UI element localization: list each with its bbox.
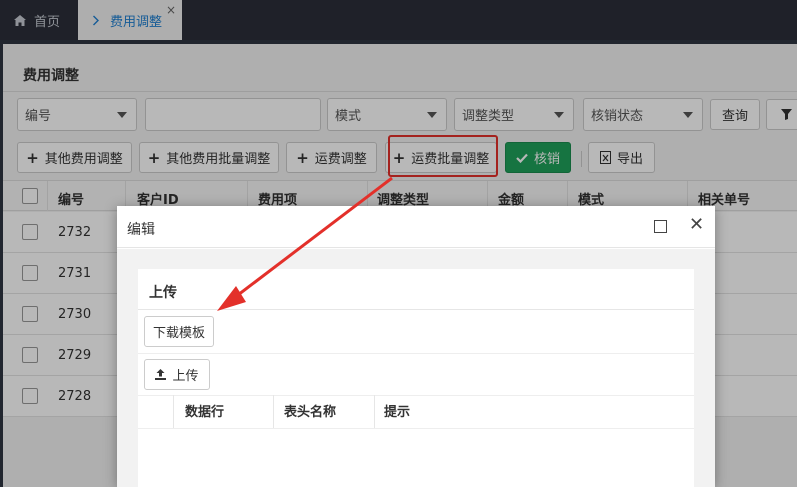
column-divider [173,395,174,428]
download-template-button[interactable]: 下载模板 [144,316,214,347]
column-divider [374,395,375,428]
edit-dialog: 编辑 ✕ 上传 下载模板 上传 数据行 表头名称 提示 [117,206,715,487]
column-header: 提示 [384,405,411,420]
upload-icon [155,369,167,380]
dialog-title: 编辑 [127,222,155,238]
upload-button[interactable]: 上传 [144,359,210,390]
column-divider [273,395,274,428]
upload-label: 上传 [172,369,199,384]
column-header: 数据行 [185,405,225,420]
dialog-body: 上传 下载模板 上传 数据行 表头名称 提示 [117,249,715,487]
maximize-icon[interactable] [654,220,667,233]
upload-card: 上传 下载模板 上传 数据行 表头名称 提示 [138,269,694,487]
divider [138,309,694,310]
divider [138,395,694,396]
close-icon[interactable]: ✕ [689,216,704,234]
divider [138,428,694,429]
column-header: 表头名称 [284,405,337,420]
card-title: 上传 [149,285,177,301]
dialog-header: 编辑 ✕ [117,206,715,248]
divider [138,353,694,354]
download-template-label: 下载模板 [152,326,205,341]
